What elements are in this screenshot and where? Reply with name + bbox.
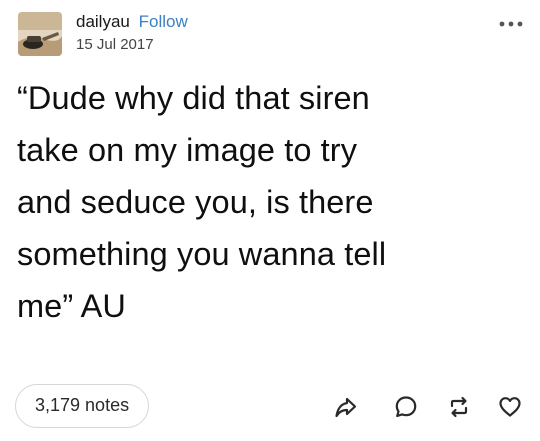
post-footer: 3,179 notes	[0, 384, 540, 430]
like-button[interactable]	[497, 394, 523, 420]
username-link[interactable]: dailyau	[76, 12, 130, 31]
name-row: dailyau Follow	[76, 12, 188, 32]
more-options-button[interactable]	[498, 16, 524, 27]
post-body-text: “Dude why did that siren take on my imag…	[17, 80, 387, 324]
share-icon	[335, 397, 357, 418]
post-card: dailyau Follow 15 Jul 2017 “Dude why did…	[0, 0, 540, 441]
reblog-button[interactable]	[446, 394, 472, 420]
reply-button[interactable]	[393, 394, 419, 420]
heart-icon	[499, 397, 521, 417]
more-options-icon	[499, 21, 523, 27]
reply-icon	[395, 396, 417, 418]
post-header: dailyau Follow 15 Jul 2017	[76, 12, 188, 54]
avatar[interactable]	[18, 12, 62, 56]
notes-count-button[interactable]: 3,179 notes	[15, 384, 150, 428]
follow-button[interactable]: Follow	[139, 12, 188, 31]
post-date: 15 Jul 2017	[76, 36, 154, 53]
avatar-image	[18, 12, 62, 56]
reblog-icon	[450, 396, 468, 418]
share-button[interactable]	[333, 394, 359, 420]
